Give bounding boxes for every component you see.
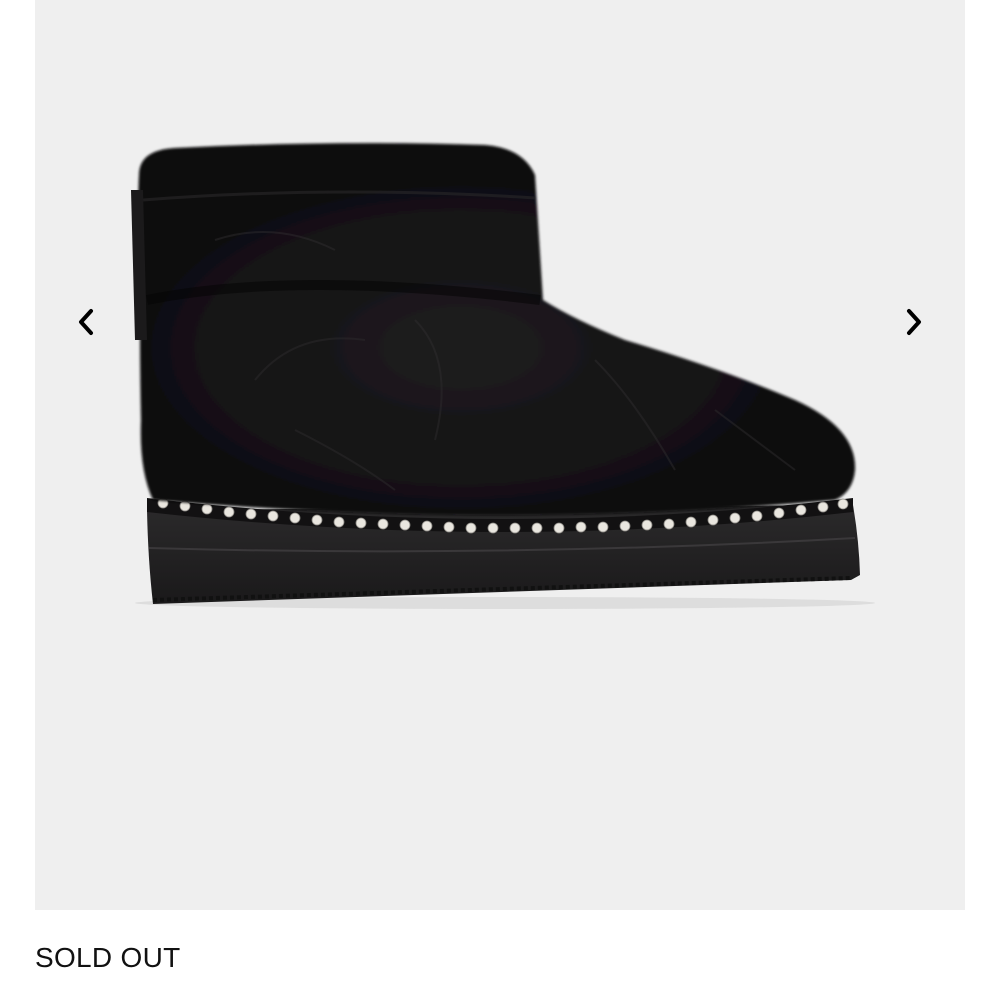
previous-image-button[interactable] xyxy=(66,300,106,344)
chevron-left-icon xyxy=(79,309,93,335)
sold-out-label: SOLD OUT xyxy=(35,942,181,973)
next-image-button[interactable] xyxy=(894,300,934,344)
product-image xyxy=(131,143,875,609)
product-page: SOLD OUT xyxy=(0,0,1000,1000)
product-image-gallery[interactable] xyxy=(35,0,965,910)
chevron-right-icon xyxy=(907,309,921,335)
